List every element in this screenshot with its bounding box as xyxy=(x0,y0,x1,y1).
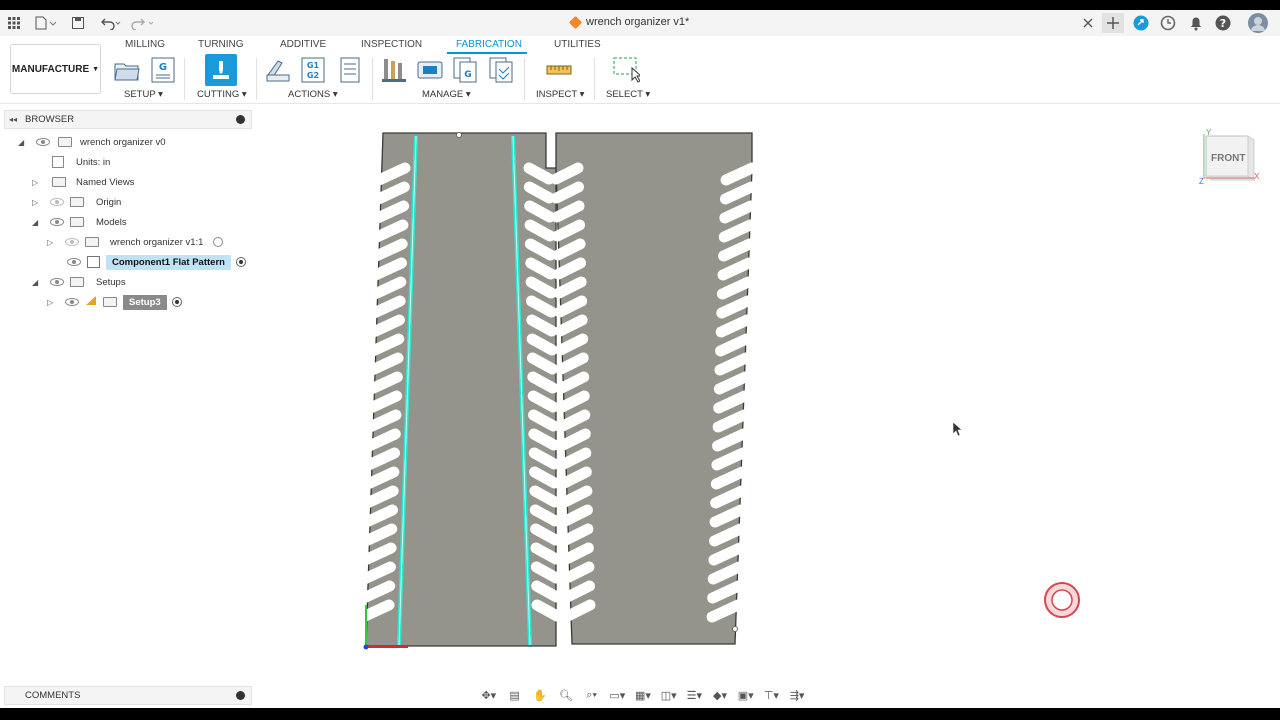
navigation-bar: ✥▾ ▤ ✋ 🔍︎ ⌕▾ ▭▾ ▦▾ ◫▾ ☰▾ ◆▾ ▣▾ ⊤▾ ⇶▾ xyxy=(478,685,808,705)
section-icon[interactable]: ☰▾ xyxy=(684,687,706,703)
visual-style-icon[interactable]: ◆▾ xyxy=(709,687,731,703)
environment-icon[interactable]: ▣▾ xyxy=(735,687,757,703)
viewcube-front-face[interactable]: FRONT xyxy=(1211,153,1245,164)
tool-display-icon[interactable]: ⊤▾ xyxy=(761,687,783,703)
grid-icon[interactable]: ▦▾ xyxy=(632,687,654,703)
viewcube-axis-y: Y xyxy=(1206,128,1212,137)
viewcube-axis-z: Z xyxy=(1199,177,1204,186)
screen-bottom-border xyxy=(0,708,1280,720)
viewcube-axis-x: X xyxy=(1254,172,1260,181)
fit-icon[interactable]: ⌕▾ xyxy=(581,687,603,703)
orbit-icon[interactable]: ✥▾ xyxy=(478,687,500,703)
zoom-icon[interactable]: 🔍︎ xyxy=(555,687,577,703)
look-at-icon[interactable]: ▤ xyxy=(504,687,526,703)
model-canvas[interactable] xyxy=(0,0,1280,720)
viewcube[interactable]: FRONT Y X Z xyxy=(1198,128,1262,190)
comments-panel[interactable]: COMMENTS xyxy=(4,686,252,705)
vertex-marker xyxy=(456,132,462,138)
add-comment-icon[interactable] xyxy=(236,691,245,700)
vertex-marker xyxy=(732,626,738,632)
record-indicator-icon xyxy=(1044,582,1080,618)
viewports-icon[interactable]: ◫▾ xyxy=(658,687,680,703)
mouse-cursor-icon xyxy=(952,421,963,437)
pan-icon[interactable]: ✋ xyxy=(529,687,551,703)
simulation-display-icon[interactable]: ⇶▾ xyxy=(786,687,808,703)
display-settings-icon[interactable]: ▭▾ xyxy=(606,687,628,703)
